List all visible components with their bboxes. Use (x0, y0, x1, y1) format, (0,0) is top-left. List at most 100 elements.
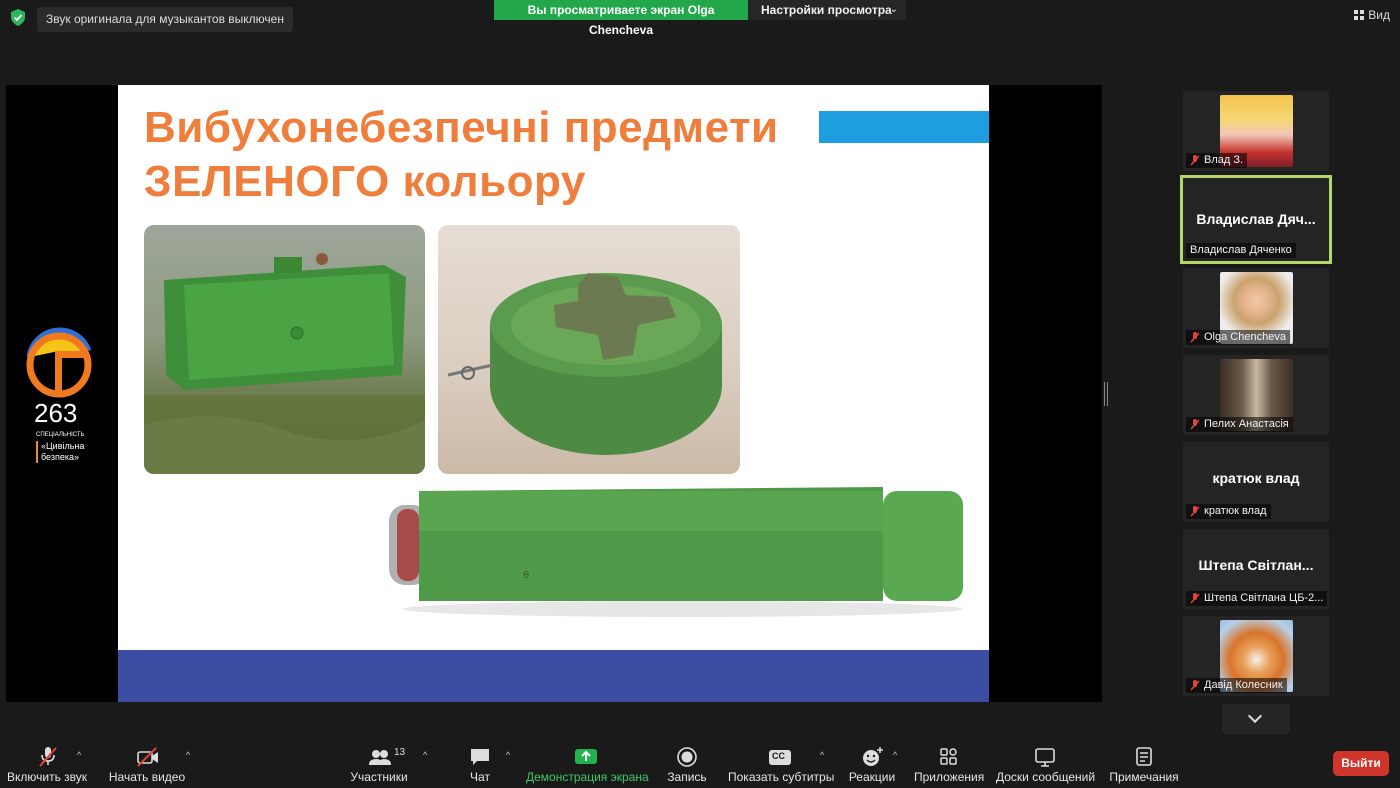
video-options-caret-icon[interactable]: ^ (186, 750, 190, 760)
chevron-down-icon: ⌄ (889, 4, 898, 15)
logo-emblem-icon (26, 327, 92, 398)
gallery-scroll-down-button[interactable] (1222, 704, 1290, 734)
slide-title: Вибухонебезпечні предмети ЗЕЛЕНОГО кольо… (144, 101, 779, 209)
participant-name: Давід Колесник (1204, 679, 1283, 691)
mine-photo-cylinder: 6 (383, 483, 973, 623)
apps-label: Приложения (914, 770, 985, 784)
record-icon (677, 747, 697, 767)
logo-caption-small: СПЕЦІАЛЬНІСТЬ (36, 432, 85, 438)
participants-options-caret-icon[interactable]: ^ (423, 750, 427, 760)
participant-tile[interactable]: Пелих Анастасія (1183, 355, 1329, 435)
slide-bottom-band (118, 650, 989, 702)
apps-button[interactable]: Приложения (914, 738, 984, 788)
audio-options-caret-icon[interactable]: ^ (77, 750, 81, 760)
specialty-logo: 263 СПЕЦІАЛЬНІСТЬ «Цивільна безпека» (22, 325, 102, 465)
presentation-slide: Вибухонебезпечні предмети ЗЕЛЕНОГО кольо… (118, 85, 989, 702)
chat-icon (471, 749, 489, 765)
panel-resize-handle[interactable] (1104, 382, 1108, 406)
record-label: Запись (667, 770, 707, 784)
reactions-button[interactable]: Реакции (846, 738, 898, 788)
participant-tile-active-speaker[interactable]: Владислав Дяч... Владислав Дяченко (1180, 175, 1332, 264)
slide-title-line1: Вибухонебезпечні предмети (144, 103, 779, 152)
captions-options-caret-icon[interactable]: ^ (820, 750, 824, 760)
view-settings-label: Настройки просмотра (761, 3, 892, 17)
participants-count: 13 (394, 747, 406, 758)
screen-share-banner: Вы просматриваете экран Olga Chencheva (494, 0, 748, 37)
start-video-label: Начать видео (108, 770, 186, 784)
share-screen-button[interactable]: Демонстрация экрана (526, 738, 649, 788)
record-button[interactable]: Запись (662, 738, 712, 788)
participants-icon (369, 750, 391, 765)
participants-label: Участники (350, 770, 408, 784)
unmute-button[interactable]: Включить звук (4, 738, 90, 788)
share-screen-icon (575, 749, 597, 764)
participant-display-name: Владислав Дяч... (1196, 211, 1316, 227)
reactions-options-caret-icon[interactable]: ^ (893, 750, 897, 760)
share-screen-label: Демонстрация экрана (526, 770, 649, 784)
reactions-label: Реакции (848, 770, 896, 784)
show-captions-label: Показать субтитры (728, 770, 835, 784)
participant-tile[interactable]: Штепа Світлан... Штепа Світлана ЦБ-2... (1183, 529, 1329, 609)
leave-meeting-button[interactable]: Выйти (1333, 751, 1389, 776)
view-button[interactable]: Вид (1354, 8, 1390, 22)
participant-nameplate: Владислав Дяченко (1186, 243, 1296, 258)
participant-nameplate: Штепа Світлана ЦБ-2... (1186, 591, 1328, 606)
mic-muted-icon (1190, 419, 1200, 430)
chat-label: Чат (470, 770, 490, 784)
meeting-toolbar: Включить звук ^ Начать видео ^ Участники… (0, 738, 1400, 788)
chat-button[interactable]: Чат (458, 738, 502, 788)
apps-icon (940, 748, 957, 765)
zoom-meeting-window: Звук оригинала для музыкантов выключен В… (0, 0, 1400, 788)
reactions-icon (863, 747, 883, 766)
chat-options-caret-icon[interactable]: ^ (506, 750, 510, 760)
mine-photo-round (438, 225, 740, 474)
whiteboards-label: Доски сообщений (996, 770, 1096, 784)
notes-button[interactable]: Примечания (1108, 738, 1180, 788)
show-captions-button[interactable]: CC Показать субтитры (728, 738, 835, 788)
mic-muted-icon (1190, 506, 1200, 517)
gallery-grid-icon (1354, 10, 1365, 20)
mic-muted-icon (1190, 332, 1200, 343)
chevron-down-icon (1247, 708, 1263, 724)
participant-nameplate: Давід Колесник (1186, 678, 1287, 693)
participant-nameplate: Пелих Анастасія (1186, 417, 1293, 432)
mic-muted-icon (39, 747, 57, 767)
participant-tile[interactable]: Olga Chencheva (1183, 268, 1329, 348)
notes-icon (1136, 747, 1152, 766)
participant-nameplate: Влад З. (1186, 153, 1248, 168)
view-settings-button[interactable]: Настройки просмотра ⌄ (748, 0, 906, 20)
mine-photo-directional (144, 225, 425, 474)
participant-name: Влад З. (1204, 154, 1244, 166)
view-button-label: Вид (1368, 8, 1390, 22)
svg-text:6: 6 (523, 570, 529, 581)
whiteboards-button[interactable]: Доски сообщений (996, 738, 1096, 788)
participants-button[interactable]: Участники (346, 738, 412, 788)
encryption-shield-icon[interactable] (10, 9, 26, 26)
logo-caption: «Цивільна безпека» (36, 441, 96, 463)
participant-nameplate: кратюк влад (1186, 504, 1271, 519)
participant-tile[interactable]: Давід Колесник (1183, 616, 1329, 696)
participant-display-name: Штепа Світлан... (1198, 557, 1314, 573)
original-sound-notice: Звук оригинала для музыкантов выключен (37, 7, 293, 32)
whiteboard-icon (1035, 748, 1055, 767)
mic-muted-icon (1190, 593, 1200, 604)
participant-name: кратюк влад (1204, 505, 1267, 517)
participant-tile[interactable]: кратюк влад кратюк влад (1183, 442, 1329, 522)
participant-nameplate: Olga Chencheva (1186, 330, 1290, 345)
participant-name: Olga Chencheva (1204, 331, 1286, 343)
video-off-icon (137, 747, 158, 767)
unmute-label: Включить звук (6, 770, 88, 784)
participant-name: Штепа Світлана ЦБ-2... (1204, 592, 1324, 604)
slide-title-line2: ЗЕЛЕНОГО кольору (144, 157, 586, 206)
mic-muted-icon (1190, 155, 1200, 166)
participant-name: Владислав Дяченко (1190, 244, 1292, 256)
slide-blue-accent (819, 111, 989, 143)
mic-muted-icon (1190, 680, 1200, 691)
participant-name: Пелих Анастасія (1204, 418, 1289, 430)
notes-label: Примечания (1109, 770, 1179, 784)
participant-display-name: кратюк влад (1212, 470, 1300, 486)
start-video-button[interactable]: Начать видео (106, 738, 188, 788)
logo-number: 263 (34, 398, 78, 428)
participant-tile[interactable]: Влад З. (1183, 91, 1329, 171)
shared-screen[interactable]: 263 СПЕЦІАЛЬНІСТЬ «Цивільна безпека» Виб… (6, 85, 1102, 702)
